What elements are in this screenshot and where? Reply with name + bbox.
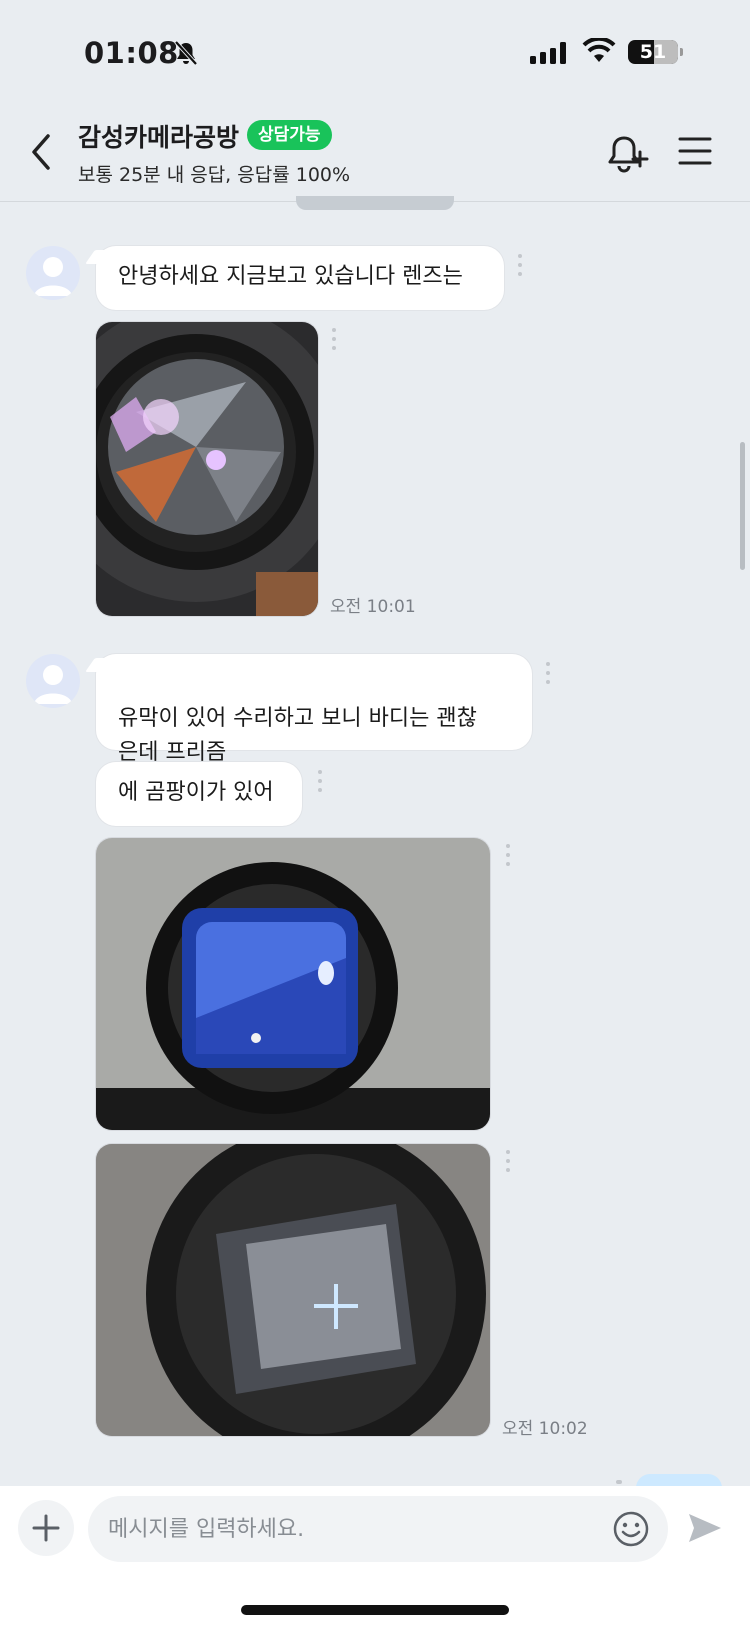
emoji-icon[interactable] <box>612 1510 650 1548</box>
attach-button[interactable] <box>18 1500 74 1556</box>
wifi-icon <box>582 38 616 62</box>
message-more-icon[interactable] <box>504 844 512 870</box>
plus-icon <box>32 1514 60 1542</box>
message-more-icon[interactable] <box>516 254 524 280</box>
battery-indicator: 51 <box>628 40 683 64</box>
menu-icon[interactable] <box>678 136 712 166</box>
sent-message-menu[interactable] <box>616 1480 622 1484</box>
person-icon <box>34 665 72 704</box>
cellular-signal-icon <box>530 42 566 64</box>
message-text: 안녕하세요 지금보고 있습니다 렌즈는 <box>118 264 463 289</box>
send-icon[interactable] <box>686 1510 724 1546</box>
message-text: 에 곰팡이가 있어 <box>118 780 274 805</box>
bell-off-icon <box>174 40 198 66</box>
message-input[interactable] <box>88 1496 668 1562</box>
date-divider <box>296 196 454 210</box>
photo-lens-front[interactable] <box>96 322 318 616</box>
message-bubble[interactable]: 에 곰팡이가 있어 <box>96 762 302 826</box>
scrollbar[interactable] <box>740 442 745 570</box>
chat-header: 감성카메라공방 상담가능 보통 25분 내 응답, 응답률 100% <box>0 100 750 202</box>
status-badge: 상담가능 <box>247 120 332 150</box>
response-rate-text: 보통 25분 내 응답, 응답률 100% <box>78 164 351 186</box>
message-more-icon[interactable] <box>544 662 552 688</box>
status-time: 01:08 <box>84 36 179 70</box>
chat-title: 감성카메라공방 <box>78 123 240 152</box>
message-bubble[interactable]: 안녕하세요 지금보고 있습니다 렌즈는 <box>96 246 504 310</box>
photo-viewfinder-1[interactable] <box>96 838 490 1130</box>
status-bar: 01:08 51 <box>0 0 750 100</box>
notification-add-button[interactable] <box>604 132 650 176</box>
message-more-icon[interactable] <box>316 770 324 796</box>
message-timestamp: 오전 10:01 <box>330 597 416 617</box>
sender-avatar[interactable] <box>26 654 80 708</box>
message-timestamp: 오전 10:02 <box>502 1419 588 1439</box>
message-text: 유막이 있어 수리하고 보니 바디는 괜찮 은데 프리즘 <box>118 706 477 765</box>
sender-avatar[interactable] <box>26 246 80 300</box>
battery-level: 51 <box>639 41 667 63</box>
message-more-icon[interactable] <box>330 328 338 354</box>
home-indicator <box>241 1605 509 1615</box>
person-icon <box>34 257 72 296</box>
message-bubble[interactable]: 유막이 있어 수리하고 보니 바디는 괜찮 은데 프리즘 <box>96 654 532 765</box>
back-button[interactable] <box>26 130 60 174</box>
message-more-icon[interactable] <box>504 1150 512 1176</box>
photo-viewfinder-2[interactable] <box>96 1144 490 1436</box>
